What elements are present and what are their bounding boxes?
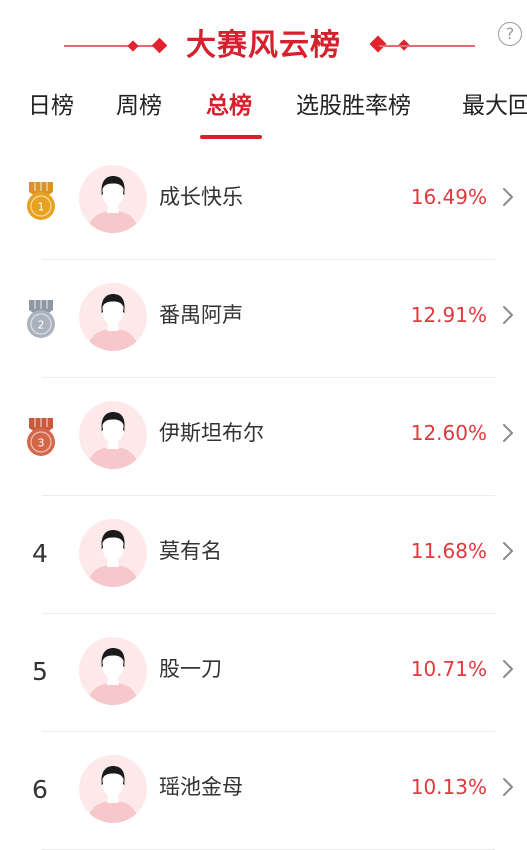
gold-medal-icon: 1: [24, 180, 58, 222]
user-name: 股一刀: [159, 657, 222, 681]
return-percent: 12.60%: [410, 421, 487, 445]
return-percent: 11.68%: [410, 539, 487, 563]
ranking-row[interactable]: 4 莫有名 11.68%: [0, 496, 527, 614]
chevron-right-icon: [500, 540, 516, 562]
avatar: [79, 401, 147, 469]
svg-text:3: 3: [38, 437, 45, 450]
ranking-tabs: 日榜 周榜 总榜 选股胜率榜 最大回: [0, 80, 527, 142]
help-icon[interactable]: ?: [498, 22, 522, 46]
ranking-row[interactable]: 2 番禺阿声 12.91%: [0, 260, 527, 378]
rank-number: 4: [32, 539, 48, 568]
silver-medal-icon: 2: [24, 298, 58, 340]
svg-text:2: 2: [38, 319, 45, 332]
svg-text:1: 1: [38, 201, 45, 214]
return-percent: 10.71%: [410, 657, 487, 681]
user-name: 莫有名: [159, 539, 222, 563]
chevron-right-icon: [500, 658, 516, 680]
tab-max-drawdown[interactable]: 最大回: [462, 90, 527, 122]
title-decoration-right: [379, 45, 475, 47]
return-percent: 16.49%: [410, 185, 487, 209]
chevron-right-icon: [500, 422, 516, 444]
bronze-medal-icon: 3: [24, 416, 58, 458]
rank-number: 6: [32, 775, 48, 804]
avatar: [79, 165, 147, 233]
user-name: 番禺阿声: [159, 303, 243, 327]
chevron-right-icon: [500, 304, 516, 326]
avatar: [79, 283, 147, 351]
avatar: [79, 637, 147, 705]
user-name: 瑶池金母: [159, 775, 243, 799]
ranking-row[interactable]: 6 瑶池金母 10.13%: [0, 732, 527, 850]
avatar: [79, 755, 147, 823]
rank-number: 5: [32, 657, 48, 686]
return-percent: 10.13%: [410, 775, 487, 799]
tab-overall[interactable]: 总榜: [206, 90, 252, 122]
header: 大赛风云榜 ?: [0, 0, 527, 80]
chevron-right-icon: [500, 776, 516, 798]
chevron-right-icon: [500, 186, 516, 208]
ranking-row[interactable]: 3 伊斯坦布尔 12.60%: [0, 378, 527, 496]
user-name: 成长快乐: [159, 185, 243, 209]
ranking-row[interactable]: 1 成长快乐 16.49%: [0, 142, 527, 260]
avatar: [79, 519, 147, 587]
return-percent: 12.91%: [410, 303, 487, 327]
tab-daily[interactable]: 日榜: [28, 90, 74, 122]
tab-win-rate[interactable]: 选股胜率榜: [296, 90, 411, 122]
user-name: 伊斯坦布尔: [159, 421, 264, 445]
ranking-row[interactable]: 5 股一刀 10.71%: [0, 614, 527, 732]
tab-weekly[interactable]: 周榜: [116, 90, 162, 122]
active-tab-indicator: [200, 135, 262, 139]
